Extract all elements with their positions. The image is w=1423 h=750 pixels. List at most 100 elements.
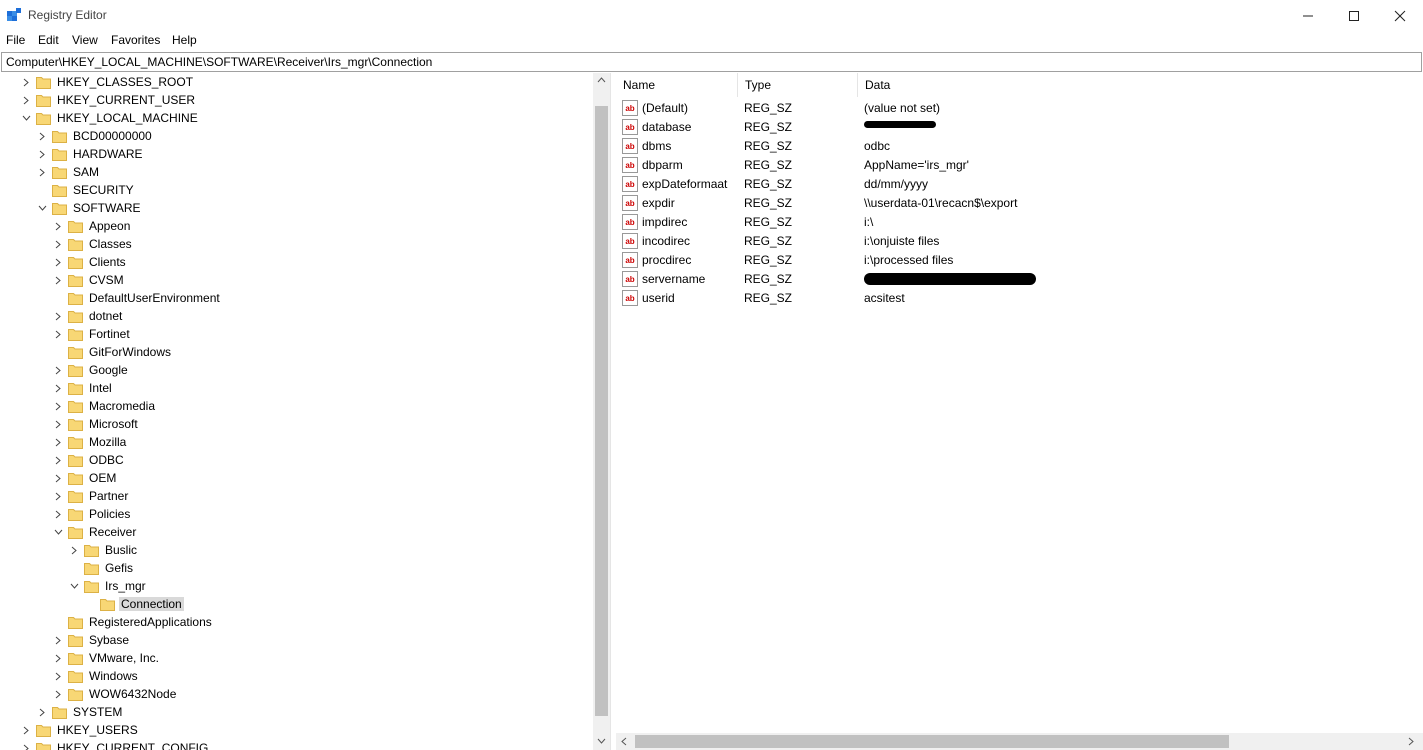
scroll-up-icon[interactable] bbox=[597, 77, 606, 83]
tree-node[interactable]: Fortinet bbox=[53, 325, 132, 343]
value-row[interactable]: ab incodirec REG_SZ i:\onjuiste files bbox=[616, 231, 1416, 250]
value-row[interactable]: ab userid REG_SZ acsitest bbox=[616, 288, 1416, 307]
tree-node[interactable]: Policies bbox=[53, 505, 132, 523]
column-header-data[interactable]: Data bbox=[858, 73, 1423, 97]
tree-node[interactable]: Macromedia bbox=[53, 397, 157, 415]
chevron-right-icon[interactable] bbox=[37, 127, 47, 145]
chevron-right-icon[interactable] bbox=[69, 541, 79, 559]
menu-view[interactable]: View bbox=[72, 33, 98, 47]
value-row[interactable]: ab expDateformaat REG_SZ dd/mm/yyyy bbox=[616, 174, 1416, 193]
chevron-right-icon[interactable] bbox=[21, 739, 31, 750]
scroll-left-icon[interactable] bbox=[621, 737, 627, 746]
menu-help[interactable]: Help bbox=[172, 33, 197, 47]
tree-node[interactable]: SOFTWARE bbox=[37, 199, 143, 217]
tree-node[interactable]: Microsoft bbox=[53, 415, 140, 433]
tree-node[interactable]: Partner bbox=[53, 487, 130, 505]
tree-node[interactable]: Buslic bbox=[69, 541, 139, 559]
values-scroll-thumb[interactable] bbox=[635, 735, 1229, 748]
scroll-down-icon[interactable] bbox=[597, 738, 606, 744]
value-row[interactable]: ab dbms REG_SZ odbc bbox=[616, 136, 1416, 155]
chevron-right-icon[interactable] bbox=[53, 307, 63, 325]
menu-file[interactable]: File bbox=[6, 33, 25, 47]
tree-node[interactable]: HKEY_USERS bbox=[21, 721, 140, 739]
value-row[interactable]: ab dbparm REG_SZ AppName='irs_mgr' bbox=[616, 155, 1416, 174]
value-row[interactable]: ab procdirec REG_SZ i:\processed files bbox=[616, 250, 1416, 269]
tree-node[interactable]: DefaultUserEnvironment bbox=[53, 289, 222, 307]
tree-node[interactable]: GitForWindows bbox=[53, 343, 173, 361]
values-horizontal-scrollbar[interactable] bbox=[616, 733, 1423, 750]
chevron-right-icon[interactable] bbox=[53, 235, 63, 253]
chevron-right-icon[interactable] bbox=[53, 325, 63, 343]
tree-node[interactable]: Connection bbox=[85, 595, 184, 613]
value-row[interactable]: ab impdirec REG_SZ i:\ bbox=[616, 212, 1416, 231]
chevron-right-icon[interactable] bbox=[53, 649, 63, 667]
column-header-name[interactable]: Name bbox=[616, 73, 738, 97]
chevron-right-icon[interactable] bbox=[53, 505, 63, 523]
chevron-down-icon[interactable] bbox=[53, 523, 63, 541]
chevron-right-icon[interactable] bbox=[53, 451, 63, 469]
tree-node[interactable]: Irs_mgr bbox=[69, 577, 148, 595]
tree-node[interactable]: HKEY_CLASSES_ROOT bbox=[21, 73, 195, 91]
chevron-right-icon[interactable] bbox=[37, 145, 47, 163]
tree-node[interactable]: Receiver bbox=[53, 523, 138, 541]
chevron-right-icon[interactable] bbox=[21, 73, 31, 91]
chevron-right-icon[interactable] bbox=[37, 703, 47, 721]
tree-node[interactable]: SECURITY bbox=[37, 181, 136, 199]
tree-node[interactable]: HKEY_CURRENT_USER bbox=[21, 91, 197, 109]
tree-node[interactable]: Clients bbox=[53, 253, 128, 271]
minimize-button[interactable] bbox=[1285, 0, 1331, 31]
value-row[interactable]: ab (Default) REG_SZ (value not set) bbox=[616, 98, 1416, 117]
chevron-right-icon[interactable] bbox=[53, 217, 63, 235]
chevron-right-icon[interactable] bbox=[53, 397, 63, 415]
chevron-right-icon[interactable] bbox=[37, 163, 47, 181]
tree-node[interactable]: OEM bbox=[53, 469, 118, 487]
chevron-right-icon[interactable] bbox=[53, 667, 63, 685]
tree-node[interactable]: CVSM bbox=[53, 271, 126, 289]
tree-node[interactable]: dotnet bbox=[53, 307, 124, 325]
tree-node[interactable]: Windows bbox=[53, 667, 140, 685]
menu-favorites[interactable]: Favorites bbox=[111, 33, 160, 47]
chevron-down-icon[interactable] bbox=[37, 199, 47, 217]
chevron-right-icon[interactable] bbox=[53, 361, 63, 379]
scroll-right-icon[interactable] bbox=[1408, 737, 1414, 746]
tree-node[interactable]: HARDWARE bbox=[37, 145, 145, 163]
chevron-right-icon[interactable] bbox=[21, 91, 31, 109]
chevron-down-icon[interactable] bbox=[21, 109, 31, 127]
chevron-right-icon[interactable] bbox=[53, 379, 63, 397]
chevron-down-icon[interactable] bbox=[69, 577, 79, 595]
chevron-right-icon[interactable] bbox=[53, 631, 63, 649]
value-row[interactable]: ab expdir REG_SZ \\userdata-01\recacn$\expo… bbox=[616, 193, 1416, 212]
tree-vertical-scrollbar[interactable] bbox=[593, 73, 610, 750]
chevron-right-icon[interactable] bbox=[21, 721, 31, 739]
address-bar[interactable]: Computer\HKEY_LOCAL_MACHINE\SOFTWARE\Rec… bbox=[1, 52, 1422, 72]
tree-node[interactable]: ODBC bbox=[53, 451, 126, 469]
tree-scroll-thumb[interactable] bbox=[595, 106, 608, 716]
chevron-right-icon[interactable] bbox=[53, 469, 63, 487]
tree-node[interactable]: RegisteredApplications bbox=[53, 613, 214, 631]
chevron-right-icon[interactable] bbox=[53, 685, 63, 703]
menu-edit[interactable]: Edit bbox=[38, 33, 59, 47]
maximize-button[interactable] bbox=[1331, 0, 1377, 31]
chevron-right-icon[interactable] bbox=[53, 415, 63, 433]
tree-node[interactable]: Mozilla bbox=[53, 433, 128, 451]
chevron-right-icon[interactable] bbox=[53, 253, 63, 271]
tree-node[interactable]: BCD00000000 bbox=[37, 127, 154, 145]
chevron-right-icon[interactable] bbox=[53, 433, 63, 451]
column-header-type[interactable]: Type bbox=[738, 73, 858, 97]
tree-node[interactable]: SYSTEM bbox=[37, 703, 124, 721]
tree-node[interactable]: SAM bbox=[37, 163, 101, 181]
chevron-right-icon[interactable] bbox=[53, 487, 63, 505]
tree-node[interactable]: VMware, Inc. bbox=[53, 649, 161, 667]
value-row[interactable]: ab servername REG_SZ bbox=[616, 269, 1416, 288]
tree-node[interactable]: WOW6432Node bbox=[53, 685, 178, 703]
chevron-right-icon[interactable] bbox=[53, 271, 63, 289]
tree-node[interactable]: Intel bbox=[53, 379, 114, 397]
tree-node[interactable]: Sybase bbox=[53, 631, 131, 649]
tree-node[interactable]: Google bbox=[53, 361, 130, 379]
tree-node[interactable]: HKEY_CURRENT_CONFIG bbox=[21, 739, 210, 750]
tree-node[interactable]: Appeon bbox=[53, 217, 132, 235]
tree-node[interactable]: Classes bbox=[53, 235, 134, 253]
close-button[interactable] bbox=[1377, 0, 1423, 31]
tree-node[interactable]: HKEY_LOCAL_MACHINE bbox=[21, 109, 200, 127]
tree-node[interactable]: Gefis bbox=[69, 559, 135, 577]
